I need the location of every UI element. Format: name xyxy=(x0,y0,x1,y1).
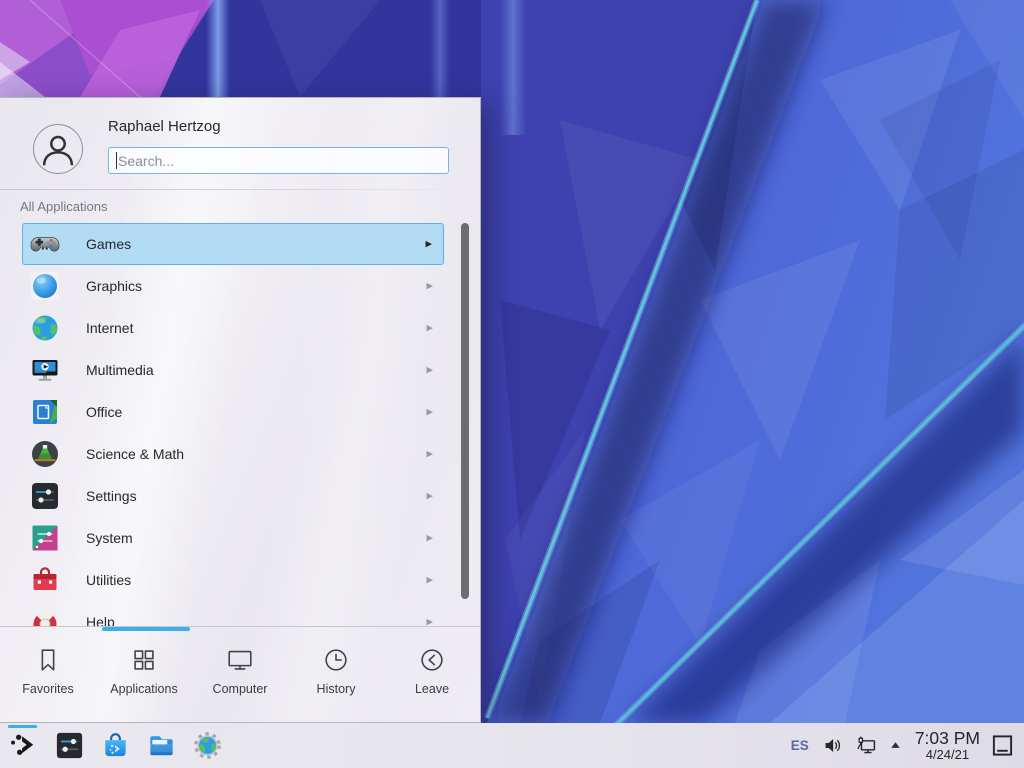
applications-icon xyxy=(129,645,159,675)
utilities-icon xyxy=(29,564,61,596)
submenu-arrow-icon: ▸ xyxy=(426,277,433,293)
tab-applications[interactable]: Applications xyxy=(96,631,192,723)
history-icon xyxy=(321,645,351,675)
menu-item-internet[interactable]: Internet ▸ xyxy=(22,307,444,349)
clock-date: 4/24/21 xyxy=(926,748,969,762)
taskbar-discover-button[interactable] xyxy=(99,729,132,762)
submenu-arrow-icon: ▸ xyxy=(426,319,433,335)
tab-favorites[interactable]: Favorites xyxy=(0,631,96,723)
clock-time: 7:03 PM xyxy=(915,729,980,748)
menu-item-settings[interactable]: Settings ▸ xyxy=(22,475,444,517)
menu-item-office[interactable]: Office ▸ xyxy=(22,391,444,433)
internet-icon xyxy=(29,312,61,344)
menu-item-games[interactable]: Games ▸ xyxy=(22,223,444,265)
tab-history[interactable]: History xyxy=(288,631,384,723)
menu-item-label: Graphics xyxy=(86,278,142,294)
menu-item-label: Office xyxy=(86,404,122,420)
taskbar: ES 7:03 PM 4/24/21 xyxy=(0,723,1024,768)
graphics-icon xyxy=(29,270,61,302)
web-browser-icon xyxy=(192,730,223,761)
tab-computer[interactable]: Computer xyxy=(192,631,288,723)
show-desktop-icon xyxy=(991,734,1014,757)
desktop: Raphael Hertzog All Applications xyxy=(0,0,1024,768)
system-settings-icon xyxy=(54,730,85,761)
tab-bar: Favorites Applications Computer Hist xyxy=(0,631,480,723)
office-icon xyxy=(29,396,61,428)
system-icon xyxy=(29,522,61,554)
menu-item-help[interactable]: Help ▸ xyxy=(22,601,444,626)
keyboard-layout-indicator[interactable]: ES xyxy=(791,738,809,753)
menu-item-label: Help xyxy=(86,614,115,626)
submenu-arrow-icon: ▸ xyxy=(426,529,433,545)
show-desktop-button[interactable] xyxy=(988,729,1016,762)
expand-tray-icon[interactable] xyxy=(888,738,903,753)
multimedia-icon xyxy=(29,354,61,386)
submenu-arrow-icon: ▸ xyxy=(426,445,433,461)
menu-item-utilities[interactable]: Utilities ▸ xyxy=(22,559,444,601)
menu-item-label: System xyxy=(86,530,133,546)
menu-item-label: Utilities xyxy=(86,572,131,588)
computer-icon xyxy=(225,645,255,675)
taskbar-file-manager-button[interactable] xyxy=(145,729,178,762)
favorites-icon xyxy=(33,645,63,675)
taskbar-apps xyxy=(0,729,224,762)
taskbar-web-browser-button[interactable] xyxy=(191,729,224,762)
text-cursor xyxy=(116,152,117,169)
search-box xyxy=(108,147,449,174)
submenu-arrow-icon: ▸ xyxy=(426,361,433,377)
discover-icon xyxy=(100,730,131,761)
search-input[interactable] xyxy=(109,148,448,173)
user-avatar[interactable] xyxy=(33,124,83,174)
submenu-arrow-icon: ▸ xyxy=(426,487,433,503)
tab-label: Computer xyxy=(213,682,268,696)
menu-item-label: Settings xyxy=(86,488,137,504)
menu-item-science-math[interactable]: Science & Math ▸ xyxy=(22,433,444,475)
system-tray: ES 7:03 PM 4/24/21 xyxy=(791,729,1024,762)
menu-item-label: Internet xyxy=(86,320,133,336)
games-icon xyxy=(29,228,61,260)
menu-item-label: Multimedia xyxy=(86,362,154,378)
application-launcher-menu: Raphael Hertzog All Applications xyxy=(0,97,481,723)
volume-icon[interactable] xyxy=(822,734,845,757)
tab-label: Applications xyxy=(110,682,177,696)
active-task-indicator xyxy=(8,725,37,728)
menu-item-multimedia[interactable]: Multimedia ▸ xyxy=(22,349,444,391)
tab-leave[interactable]: Leave xyxy=(384,631,480,723)
menu-item-graphics[interactable]: Graphics ▸ xyxy=(22,265,444,307)
user-name: Raphael Hertzog xyxy=(108,118,221,135)
submenu-arrow-icon: ▸ xyxy=(425,235,432,251)
tab-label: Leave xyxy=(415,682,449,696)
menu-item-system[interactable]: System ▸ xyxy=(22,517,444,559)
section-label: All Applications xyxy=(20,199,107,214)
header-separator xyxy=(0,189,480,190)
category-list: Games ▸ Graphics ▸ xyxy=(22,223,444,626)
dolphin-folder-icon xyxy=(146,730,177,761)
tab-label: History xyxy=(317,682,356,696)
tabbar-separator xyxy=(0,626,480,627)
science-math-icon xyxy=(29,438,61,470)
scrollbar[interactable] xyxy=(461,223,469,599)
network-icon[interactable] xyxy=(855,734,878,757)
help-icon xyxy=(29,606,61,626)
user-icon xyxy=(35,126,81,172)
submenu-arrow-icon: ▸ xyxy=(426,571,433,587)
submenu-arrow-icon: ▸ xyxy=(426,613,433,626)
submenu-arrow-icon: ▸ xyxy=(426,403,433,419)
digital-clock[interactable]: 7:03 PM 4/24/21 xyxy=(915,729,980,762)
menu-item-label: Games xyxy=(86,236,131,252)
settings-icon xyxy=(29,480,61,512)
taskbar-launcher-button[interactable] xyxy=(7,729,40,762)
leave-icon xyxy=(417,645,447,675)
menu-item-label: Science & Math xyxy=(86,446,184,462)
tab-label: Favorites xyxy=(22,682,73,696)
application-launcher-icon xyxy=(8,730,39,761)
taskbar-system-settings-button[interactable] xyxy=(53,729,86,762)
